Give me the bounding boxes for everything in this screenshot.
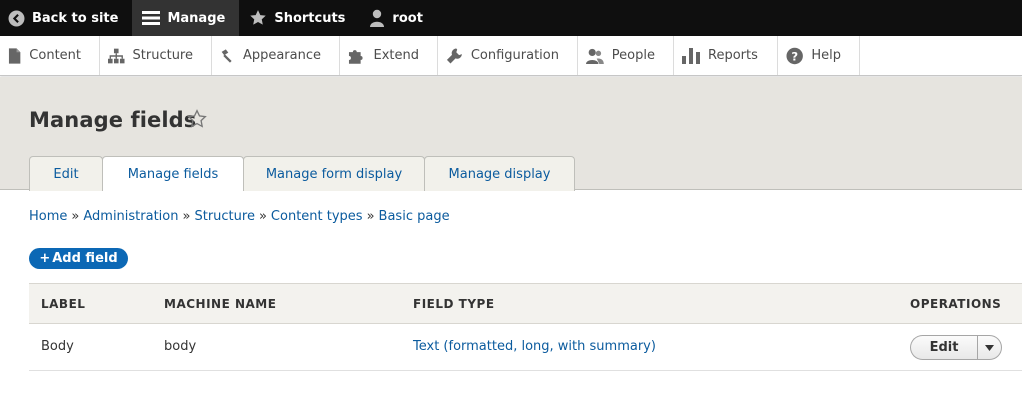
operations-toggle-button[interactable] xyxy=(977,335,1002,360)
tray-item-label: Configuration xyxy=(470,48,559,63)
tray-item-reports[interactable]: Reports xyxy=(674,36,778,75)
tray-item-people[interactable]: People xyxy=(578,36,674,75)
page-header: Manage fields Edit Manage fields Manage … xyxy=(0,77,1022,191)
tray-item-label: Help xyxy=(811,48,841,63)
back-arrow-icon xyxy=(8,10,25,26)
tab-label: Manage fields xyxy=(127,166,219,182)
operations-dropbutton: Edit xyxy=(910,335,1002,360)
user-icon xyxy=(370,9,385,27)
tray-item-help[interactable]: ? Help xyxy=(778,36,860,75)
tray-item-label: Reports xyxy=(708,48,758,63)
tab-edit[interactable]: Edit xyxy=(29,156,103,191)
breadcrumb-link-home[interactable]: Home xyxy=(29,209,67,224)
field-label: Body xyxy=(41,339,74,354)
breadcrumb-separator: » xyxy=(71,209,80,224)
svg-text:?: ? xyxy=(791,49,798,63)
primary-tabs: Edit Manage fields Manage form display M… xyxy=(29,156,575,191)
hamburger-icon xyxy=(142,11,161,25)
column-header-field-type: FIELD TYPE xyxy=(413,297,495,311)
admin-menu-tray: Content Structure Appearance Extend Conf… xyxy=(0,36,1022,76)
manage-toggle[interactable]: Manage xyxy=(132,0,240,36)
shortcuts-toggle[interactable]: Shortcuts xyxy=(239,0,359,36)
star-icon xyxy=(250,10,267,25)
tab-label: Manage form display xyxy=(265,166,403,182)
admin-toolbar: Back to site Manage Shortcuts root xyxy=(0,0,1022,36)
page-title: Manage fields xyxy=(29,108,197,132)
column-header-machine-name: MACHINE NAME xyxy=(164,297,277,311)
table-row: Body body Text (formatted, long, with su… xyxy=(29,324,1022,371)
manage-label: Manage xyxy=(167,10,226,26)
breadcrumb-link-structure[interactable]: Structure xyxy=(194,209,254,224)
puzzle-icon xyxy=(348,49,363,64)
breadcrumb-separator: » xyxy=(366,209,375,224)
column-header-operations: OPERATIONS xyxy=(910,297,1002,311)
tray-item-configuration[interactable]: Configuration xyxy=(438,36,578,75)
file-icon xyxy=(8,47,21,64)
breadcrumb-separator: » xyxy=(182,209,191,224)
tray-item-label: People xyxy=(611,48,655,63)
tab-manage-display[interactable]: Manage display xyxy=(424,156,575,191)
tray-item-label: Content xyxy=(29,48,81,63)
tray-item-structure[interactable]: Structure xyxy=(100,36,212,75)
wrench-icon xyxy=(446,48,462,63)
tray-item-content[interactable]: Content xyxy=(0,36,100,75)
edit-label: Edit xyxy=(929,340,959,355)
tab-label: Manage display xyxy=(448,166,551,182)
user-label: root xyxy=(392,10,423,26)
bar-chart-icon xyxy=(682,47,700,64)
shortcut-star-icon[interactable] xyxy=(187,109,207,129)
user-toggle[interactable]: root xyxy=(359,0,437,36)
breadcrumb-separator: » xyxy=(258,209,267,224)
tray-item-label: Appearance xyxy=(242,48,321,63)
breadcrumb-link-content-types[interactable]: Content types xyxy=(271,209,363,224)
brush-icon xyxy=(221,48,232,63)
sitemap-icon xyxy=(108,48,125,63)
fields-table: LABEL MACHINE NAME FIELD TYPE OPERATIONS… xyxy=(29,283,1022,371)
tab-manage-form-display[interactable]: Manage form display xyxy=(243,156,425,191)
add-field-button[interactable]: + Add field xyxy=(29,248,128,269)
tray-item-label: Structure xyxy=(132,48,193,63)
column-header-label: LABEL xyxy=(41,297,86,311)
add-field-label: Add field xyxy=(52,251,118,266)
plus-icon: + xyxy=(39,251,51,266)
tab-label: Edit xyxy=(53,166,79,182)
shortcuts-label: Shortcuts xyxy=(274,10,346,26)
tray-item-extend[interactable]: Extend xyxy=(340,36,438,75)
help-icon: ? xyxy=(786,47,803,64)
breadcrumb-link-basic-page[interactable]: Basic page xyxy=(379,209,450,224)
table-header: LABEL MACHINE NAME FIELD TYPE OPERATIONS xyxy=(29,283,1022,324)
field-machine-name: body xyxy=(164,339,197,354)
tray-item-appearance[interactable]: Appearance xyxy=(212,36,340,75)
people-icon xyxy=(586,48,604,64)
edit-button[interactable]: Edit xyxy=(910,335,977,360)
back-to-site-label: Back to site xyxy=(32,10,119,26)
back-to-site-link[interactable]: Back to site xyxy=(0,0,132,36)
caret-down-icon xyxy=(985,344,994,351)
tray-item-label: Extend xyxy=(373,48,420,63)
tab-manage-fields[interactable]: Manage fields xyxy=(102,156,244,191)
breadcrumb-link-administration[interactable]: Administration xyxy=(83,209,178,224)
breadcrumb: Home» Administration» Structure» Content ty… xyxy=(29,209,450,224)
field-type-link[interactable]: Text (formatted, long, with summary) xyxy=(413,339,656,354)
